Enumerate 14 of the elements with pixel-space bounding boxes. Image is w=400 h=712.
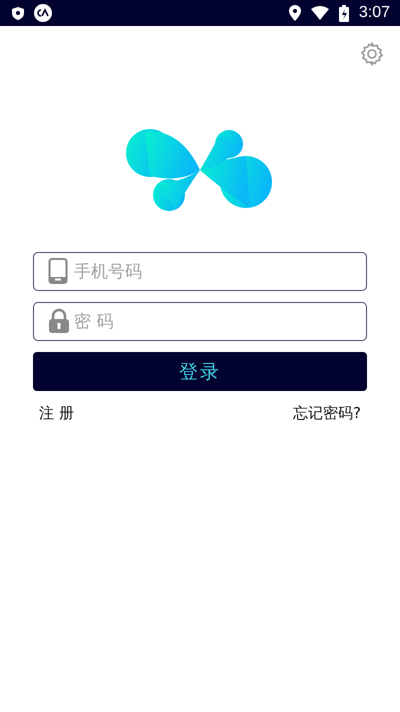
wifi-icon	[310, 6, 329, 20]
input-field[interactable]: 密 码	[33, 302, 367, 341]
location-icon	[288, 5, 301, 21]
register-link[interactable]: 注 册	[39, 404, 74, 423]
shield-icon	[12, 6, 24, 20]
status-time: 3:07	[358, 4, 390, 22]
battery-icon	[338, 4, 349, 22]
input-field[interactable]: 手机号码	[33, 252, 367, 291]
lock-icon	[48, 308, 70, 334]
forgot-password-link[interactable]: 忘记密码?	[293, 404, 361, 423]
app-icon	[34, 4, 52, 22]
settings-icon[interactable]	[360, 42, 384, 66]
login-button[interactable]: 登录	[33, 352, 367, 391]
phone-icon	[48, 258, 68, 284]
